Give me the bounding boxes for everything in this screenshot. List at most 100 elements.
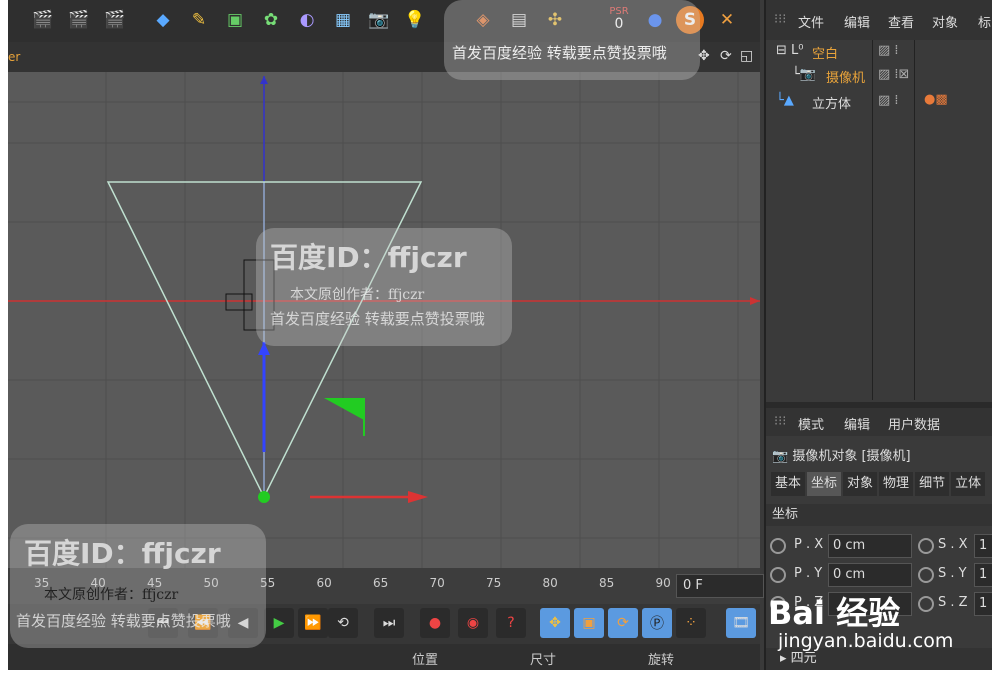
watermark-bubble	[256, 228, 512, 346]
timeline-tick-label: 90	[655, 576, 671, 590]
plane-handle[interactable]	[324, 398, 364, 420]
light-icon[interactable]: 💡	[400, 4, 430, 36]
point-level-icon[interactable]: ⁘	[676, 608, 706, 638]
rotate-view-icon[interactable]: ⟳	[720, 48, 732, 64]
animate-radio[interactable]	[918, 538, 934, 554]
tab-physical[interactable]: 物理	[879, 472, 914, 496]
camera-origin-handle[interactable]	[258, 491, 270, 503]
size-label: 尺寸	[530, 653, 557, 668]
grip-icon: ⁝⁝⁝	[774, 12, 787, 27]
menu-object[interactable]: 对象	[932, 12, 958, 31]
position-label: 位置	[412, 653, 439, 668]
field-label: S . Y	[938, 566, 967, 581]
timeline-tick-label: 65	[373, 576, 389, 590]
array-icon[interactable]: ✿	[256, 4, 286, 36]
animate-radio[interactable]	[918, 596, 934, 612]
y-axis-arrow	[260, 76, 268, 84]
animate-radio[interactable]	[918, 567, 934, 583]
animate-radio[interactable]	[770, 596, 786, 612]
visibility-icon[interactable]: ▨ ⁞⊠	[878, 67, 909, 82]
record-key-icon[interactable]: ●	[420, 608, 450, 638]
menu-mode[interactable]: 模式	[798, 414, 824, 433]
field-label: P . Z	[794, 595, 824, 610]
px-input[interactable]: 0 cm	[828, 534, 912, 558]
sx-input[interactable]: 1	[974, 534, 992, 558]
scale-key-icon[interactable]: ▣	[574, 608, 604, 638]
quaternion-label: 四元	[790, 651, 817, 666]
menu-file[interactable]: 文件	[798, 12, 824, 31]
render-picture-viewer-icon[interactable]: 🎬	[64, 4, 94, 36]
section-header: 坐标	[766, 504, 992, 526]
camera-object-icon: └📷	[792, 67, 817, 82]
tab-coordinates[interactable]: 坐标	[807, 472, 842, 496]
timeline-tick-label: 75	[486, 576, 502, 590]
tab-basic[interactable]: 基本	[771, 472, 806, 496]
tab-stereoscopic[interactable]: 立体	[951, 472, 986, 496]
menu-tags[interactable]: 标	[978, 12, 991, 31]
loop-icon[interactable]: ⟲	[328, 608, 358, 638]
pen-icon[interactable]: ✎	[184, 4, 214, 36]
sy-input[interactable]: 1	[974, 563, 992, 587]
render-settings-icon[interactable]: 🎬	[100, 4, 130, 36]
watermark-bubble	[444, 0, 700, 80]
attribute-manager-menubar: ⁝⁝⁝ 模式 编辑 用户数据	[766, 408, 992, 436]
object-name: 立方体	[812, 97, 852, 112]
attribute-tabs: 基本 坐标 对象 物理 细节 立体	[771, 472, 987, 498]
section-title: 坐标	[772, 507, 799, 522]
menu-view[interactable]: 查看	[888, 12, 914, 31]
sz-input[interactable]: 1	[974, 592, 992, 616]
timeline-tick-label: 80	[542, 576, 558, 590]
right-panel: ⁝⁝⁝ 文件 编辑 查看 对象 标 ⊟ L⁰ 空白 ▨ ⁞ └📷 摄像机 ▨ ⁞…	[764, 0, 992, 670]
attribute-title: 📷 摄像机对象 [摄像机]	[772, 445, 911, 464]
visibility-icon[interactable]: ▨ ⁞	[878, 93, 899, 108]
attribute-title-text: 摄像机对象 [摄像机]	[792, 449, 911, 464]
render-view-icon[interactable]: 🎬	[28, 4, 58, 36]
watermark-bubble	[10, 524, 266, 648]
camera-icon[interactable]: 📷	[364, 4, 394, 36]
cinema4d-window: 🎬 🎬 🎬 ◆ ✎ ▣ ✿ ◐ ▦ 📷 💡 ◈ ▤ ✣ PSR 0 ● S ✕ …	[8, 0, 992, 670]
camera-lens[interactable]	[225, 293, 253, 311]
timeline-tick-label: 60	[316, 576, 332, 590]
keyframe-selection-icon[interactable]: ?	[496, 608, 526, 638]
subdivision-icon[interactable]: ▣	[220, 4, 250, 36]
material-tag-icon[interactable]: ●▩	[924, 92, 948, 107]
tab-details[interactable]: 细节	[915, 472, 950, 496]
deformer-icon[interactable]: ◐	[292, 4, 322, 36]
field-label: P . Y	[794, 566, 823, 581]
cube-icon[interactable]: ◆	[148, 4, 178, 36]
parameter-key-icon[interactable]: Ⓟ	[642, 608, 672, 638]
axis-modify-icon[interactable]: ✕	[712, 4, 742, 36]
floor-icon[interactable]: ▦	[328, 4, 358, 36]
animate-radio[interactable]	[770, 567, 786, 583]
autokey-icon[interactable]: ◉	[458, 608, 488, 638]
rotation-key-icon[interactable]: ⟳	[608, 608, 638, 638]
next-key-icon[interactable]: ⏩	[298, 608, 328, 638]
visibility-icon[interactable]: ▨ ⁞	[878, 43, 899, 58]
x-handle-arrow[interactable]	[408, 491, 428, 503]
field-row-py: P . Y 0 cm S . Y 1	[770, 563, 992, 587]
object-row-camera[interactable]: └📷 摄像机 ▨ ⁞⊠	[766, 64, 992, 88]
current-frame-field[interactable]: 0 F	[676, 574, 764, 598]
field-row-pz: P . Z S . Z 1	[770, 592, 992, 616]
tab-object[interactable]: 对象	[843, 472, 878, 496]
goto-end-icon[interactable]: ⏭	[374, 608, 404, 638]
object-row-cube[interactable]: └▲ 立方体 ▨ ⁞ ●▩	[766, 90, 992, 114]
animate-radio[interactable]	[770, 538, 786, 554]
field-label: P . X	[794, 537, 824, 552]
position-key-icon[interactable]: ✥	[540, 608, 570, 638]
pz-input[interactable]	[828, 592, 912, 616]
object-row-null[interactable]: ⊟ L⁰ 空白 ▨ ⁞	[766, 40, 992, 64]
field-label: S . X	[938, 537, 968, 552]
py-input[interactable]: 0 cm	[828, 563, 912, 587]
menu-edit[interactable]: 编辑	[844, 414, 870, 433]
quaternion-section[interactable]: ▸ 四元	[766, 648, 992, 670]
play-icon[interactable]: ▶	[264, 608, 294, 638]
timeline-tick-label: 70	[429, 576, 445, 590]
field-label: S . Z	[938, 595, 968, 610]
current-frame-value: 0 F	[683, 578, 703, 593]
x-axis-arrow	[750, 297, 760, 305]
menu-edit[interactable]: 编辑	[844, 12, 870, 31]
timeline-window-icon[interactable]: 🎞	[726, 608, 756, 638]
menu-user-data[interactable]: 用户数据	[888, 414, 940, 433]
maximize-view-icon[interactable]: ◱	[740, 48, 753, 64]
